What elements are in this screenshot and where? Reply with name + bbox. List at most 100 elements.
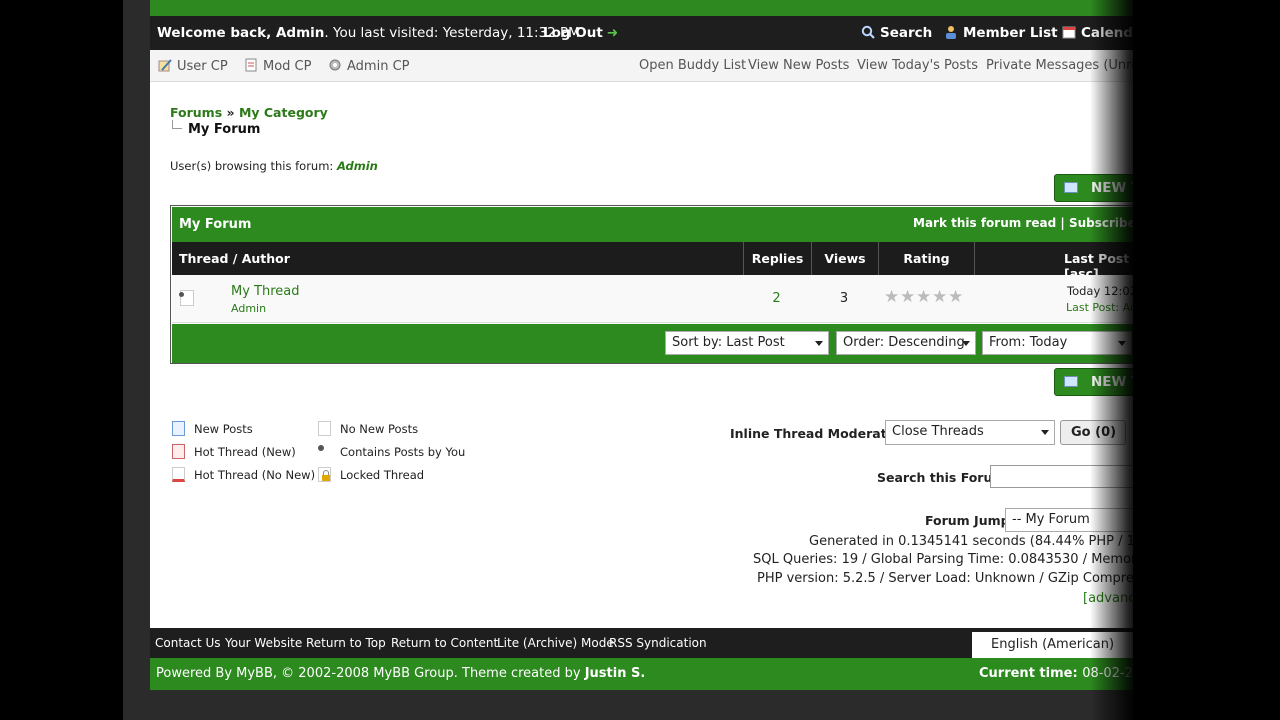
mod-cp-label: Mod CP [263, 59, 312, 74]
footer: Powered By MyBB, © 2002-2008 MyBB Group.… [150, 658, 1133, 690]
theme-author[interactable]: Justin S. [585, 666, 646, 681]
from-select[interactable]: From: Today [982, 331, 1132, 355]
breadcrumb-category[interactable]: My Category [239, 105, 328, 120]
chevron-down-icon [1041, 430, 1049, 435]
logout-link[interactable]: Log Out ➜ [543, 25, 618, 41]
search-forum-input[interactable] [990, 465, 1133, 488]
thread-replies[interactable]: 2 [743, 291, 810, 306]
forum-jump-select[interactable]: -- My Forum [1005, 508, 1133, 532]
legend-contains-posts: Contains Posts by You [318, 444, 465, 459]
todays-posts-link[interactable]: View Today's Posts [857, 58, 978, 73]
legend-locked: Locked Thread [318, 467, 424, 482]
arrow-right-icon: ➜ [606, 25, 619, 41]
forum-table-title: My Forum [179, 217, 252, 232]
new-thread-label: NEW THREAD [1091, 180, 1133, 196]
nav-search[interactable]: Search [861, 25, 932, 41]
breadcrumb-forums[interactable]: Forums [170, 105, 222, 120]
last-post-author[interactable]: Last Post: Admin [1066, 301, 1133, 314]
breadcrumb-current-label: My Forum [188, 122, 261, 137]
private-messages-link[interactable]: Private Messages (Unread 0, Total 0) [986, 58, 1133, 73]
lock-icon [318, 467, 331, 482]
footer-lite-mode-link[interactable]: Lite (Archive) Mode [497, 636, 614, 650]
stats-queries: SQL Queries: 19 / Global Parsing Time: 0… [753, 552, 1133, 567]
thread-views: 3 [839, 291, 849, 306]
footer-return-top-link[interactable]: Return to Top [306, 636, 386, 650]
book-icon [1064, 182, 1078, 193]
nav-member-list-label: Member List [963, 25, 1058, 41]
footer-return-content-link[interactable]: Return to Content [391, 636, 498, 650]
sort-bar: Sort by: Last Post Order: Descending Fro… [172, 324, 1133, 363]
thread-title[interactable]: My Thread [231, 284, 300, 299]
user-cp-label: User CP [177, 59, 228, 74]
header-strip [150, 0, 1133, 16]
mark-read-link[interactable]: Mark this forum read [913, 216, 1056, 230]
legend-no-new-posts-label: No New Posts [340, 422, 419, 436]
no-new-posts-icon [318, 421, 331, 436]
nav-search-label: Search [880, 25, 933, 41]
new-thread-button-bottom[interactable]: NEW THREAD [1054, 368, 1133, 396]
powered-by-text: Powered By MyBB, © 2002-2008 MyBB Group.… [156, 666, 585, 681]
browsing-user[interactable]: Admin [337, 159, 378, 173]
sort-by-value: Sort by: Last Post [672, 335, 785, 350]
legend-locked-label: Locked Thread [340, 468, 425, 482]
gear-icon [328, 58, 342, 72]
welcome-username: Admin [275, 25, 325, 41]
admin-cp-label: Admin CP [347, 59, 410, 74]
last-visited: . You last visited: Yesterday, 11:32 PM [324, 25, 580, 41]
browser-viewport: Welcome back, Admin. You last visited: Y… [123, 0, 1133, 720]
nav-calendar[interactable]: Calendar [1062, 25, 1133, 41]
stats-php: PHP version: 5.2.5 / Server Load: Unknow… [757, 571, 1133, 586]
nav-member-list[interactable]: Member List [944, 25, 1058, 41]
col-replies[interactable]: Replies [743, 242, 811, 275]
breadcrumb-current: My Forum [172, 120, 260, 137]
star-icon[interactable]: ★ [916, 289, 932, 306]
col-thread-author[interactable]: Thread / Author [172, 242, 743, 275]
welcome-text: Welcome back, Admin. You last visited: Y… [157, 25, 580, 41]
buddy-list-link[interactable]: Open Buddy List [639, 58, 746, 73]
footer-contact-link[interactable]: Contact Us [155, 636, 221, 650]
new-posts-link[interactable]: View New Posts [748, 58, 849, 73]
thread-author[interactable]: Admin [231, 302, 266, 315]
nav-calendar-label: Calendar [1081, 25, 1133, 41]
user-cp-link[interactable]: User CP [158, 58, 228, 74]
footer-website-link[interactable]: Your Website [225, 636, 302, 650]
breadcrumb: Forums » My Category [170, 105, 328, 120]
admin-cp-link[interactable]: Admin CP [328, 58, 409, 74]
legend-hot-no-new: Hot Thread (No New) [172, 467, 315, 482]
order-select[interactable]: Order: Descending [836, 331, 976, 355]
legend-new-posts: New Posts [172, 421, 253, 436]
footer-nav: Contact Us Your Website Return to Top Re… [150, 628, 1133, 658]
legend-hot-new: Hot Thread (New) [172, 444, 296, 459]
mod-cp-link[interactable]: Mod CP [244, 58, 311, 74]
members-icon [944, 25, 958, 39]
star-icon[interactable]: ★ [948, 289, 964, 306]
current-time: Current time: 08-02-2008, 12:03 AM [979, 666, 1133, 681]
moderation-go-button[interactable]: Go (0) [1060, 420, 1126, 445]
chevron-down-icon [815, 341, 823, 346]
own-post-dot-icon [318, 444, 331, 459]
legend-contains-posts-label: Contains Posts by You [340, 445, 466, 459]
chevron-down-icon [1118, 341, 1126, 346]
user-cp-icon [158, 58, 172, 72]
actions-separator: | [1056, 216, 1069, 230]
footer-rss-link[interactable]: RSS Syndication [609, 636, 707, 650]
mod-cp-icon [244, 58, 258, 72]
rating-stars[interactable]: ★★★★★ [884, 289, 964, 306]
calendar-icon [1062, 25, 1076, 39]
advanced-details-link[interactable]: [advanced details] [1083, 591, 1133, 606]
forum-jump-value: -- My Forum [1012, 512, 1090, 527]
subscribe-link[interactable]: Subscribe to this forum [1069, 216, 1133, 230]
star-icon[interactable]: ★ [932, 289, 948, 306]
new-thread-button[interactable]: NEW THREAD [1054, 174, 1133, 202]
current-time-label: Current time: [979, 666, 1083, 681]
star-icon[interactable]: ★ [900, 289, 916, 306]
col-views[interactable]: Views [811, 242, 878, 275]
forum-table-actions: Mark this forum read | Subscribe to this… [913, 216, 1133, 230]
sort-by-select[interactable]: Sort by: Last Post [665, 331, 829, 355]
col-last-post[interactable]: Last Post [asc] [974, 242, 1133, 281]
browsing-label: User(s) browsing this forum: [170, 159, 337, 173]
language-select[interactable]: English (American) [972, 632, 1133, 658]
col-rating[interactable]: Rating [878, 242, 974, 275]
moderation-select[interactable]: Close Threads [885, 420, 1055, 445]
star-icon[interactable]: ★ [884, 289, 900, 306]
